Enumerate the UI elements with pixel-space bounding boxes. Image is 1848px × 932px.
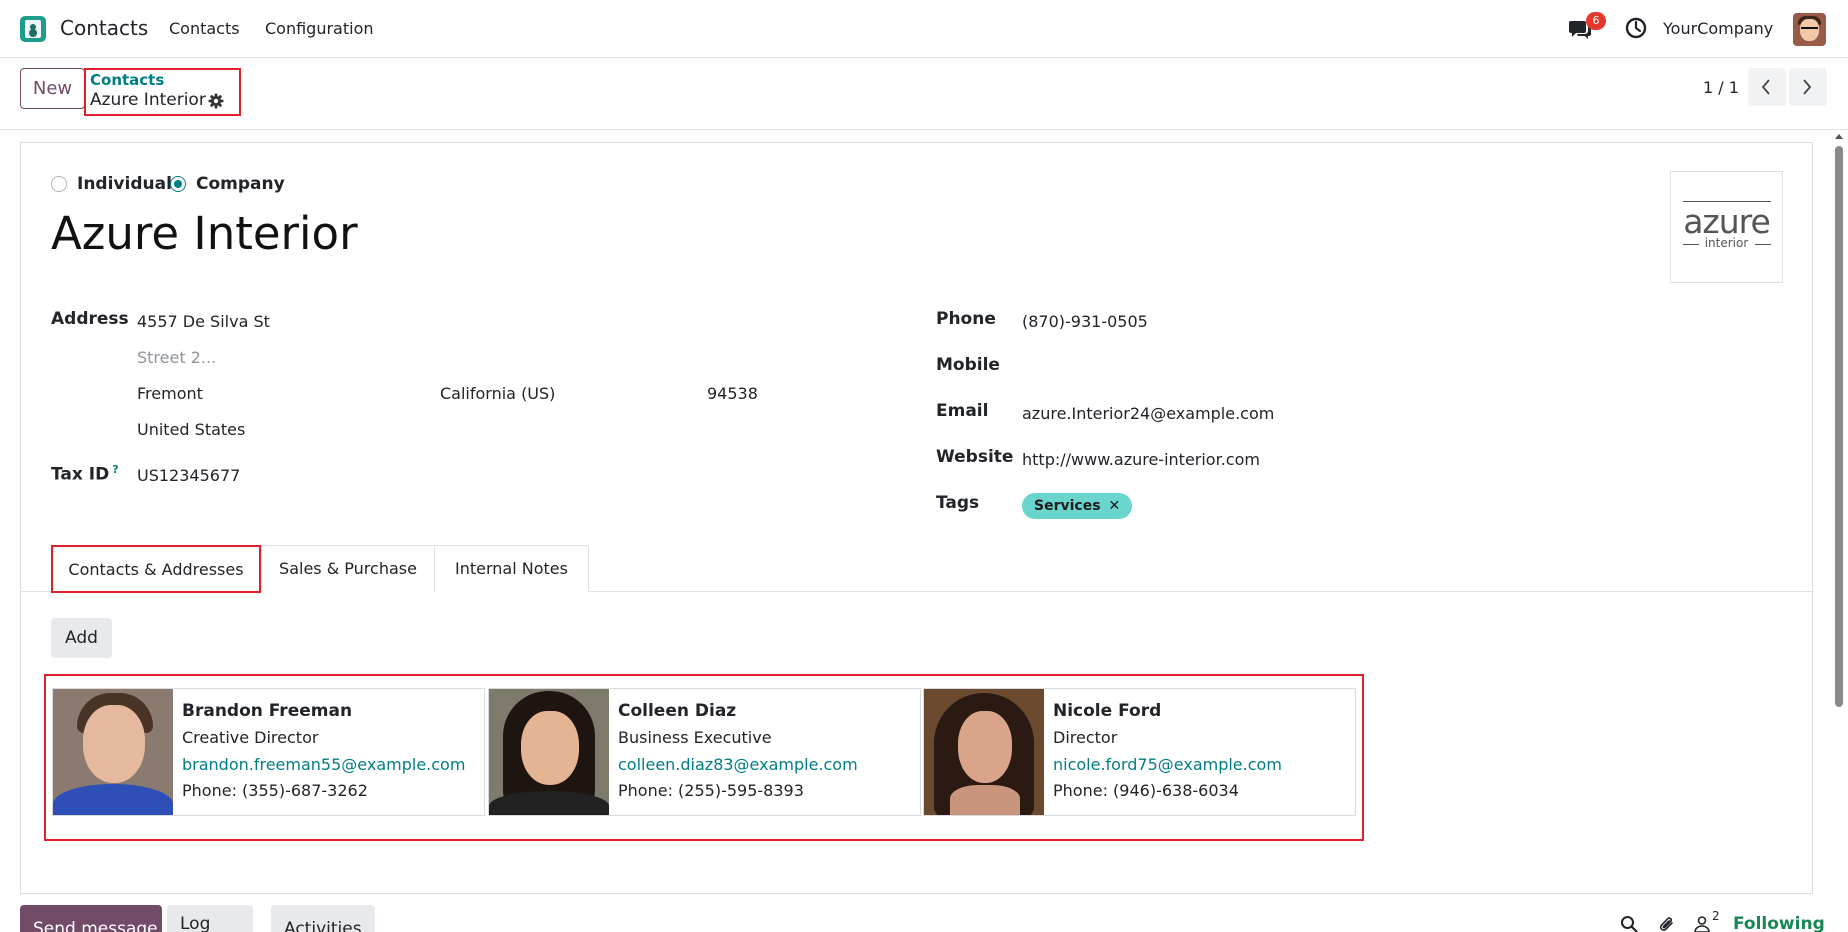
state-field[interactable]: California (US) [440,384,555,403]
breadcrumb-current: Azure Interior [90,90,206,110]
followers-count: 2 [1712,909,1720,923]
contact-email[interactable]: nicole.ford75@example.com [1053,755,1282,774]
menu-configuration[interactable]: Configuration [265,19,374,38]
top-navbar: Contacts Contacts Configuration 6 YourCo… [0,0,1848,58]
avatar-glasses [1801,27,1818,32]
email-field[interactable]: azure.Interior24@example.com [1022,404,1274,423]
contact-cards: Brandon Freeman Creative Director brando… [44,674,1364,841]
phone-field[interactable]: (870)-931-0505 [1022,312,1148,331]
radio-company[interactable] [170,176,186,192]
tag-services: Services ✕ [1022,493,1133,519]
tax-id-field[interactable]: US12345677 [137,466,240,485]
following-button[interactable]: Following [1733,914,1825,932]
breadcrumb-contacts-link[interactable]: Contacts [90,71,164,89]
company-switcher[interactable]: YourCompany [1663,19,1773,38]
messages-button[interactable]: 6 [1568,12,1606,42]
add-contact-button[interactable]: Add [51,618,112,658]
mobile-label: Mobile [936,355,1000,375]
contact-phone: Phone: (355)-687-3262 [182,781,368,800]
logo-subtitle: interior [1704,236,1749,250]
tab-contacts-addresses[interactable]: Contacts & Addresses [51,545,261,593]
country-field[interactable]: United States [137,420,245,439]
form-sheet: Individual Company Azure Interior azure … [20,142,1813,894]
phone-label: Phone [936,309,996,329]
contact-phone: Phone: (946)-638-6034 [1053,781,1239,800]
street-field[interactable]: 4557 De Silva St [137,312,270,331]
pager-value[interactable]: 1 / 1 [1703,78,1739,97]
contact-photo-colleen [489,689,609,815]
company-logo[interactable]: azure interior [1670,171,1783,283]
contact-card[interactable]: Brandon Freeman Creative Director brando… [52,688,485,816]
tax-id-label: Tax ID? [51,463,119,485]
contact-photo-brandon [53,689,173,815]
contact-photo-nicole [924,689,1044,815]
scroll-up-arrow-icon[interactable] [1835,134,1843,139]
tax-id-label-text: Tax ID [51,464,110,485]
user-avatar[interactable] [1793,13,1826,46]
contact-function: Director [1053,728,1118,747]
radio-individual[interactable] [51,176,67,192]
tax-id-help-icon[interactable]: ? [112,463,118,476]
city-field[interactable]: Fremont [137,384,203,403]
pager-next-button[interactable] [1789,68,1827,106]
send-message-button[interactable]: Send message [20,905,162,932]
contact-name: Brandon Freeman [182,701,353,721]
website-label: Website [936,447,1014,467]
log-note-button[interactable]: Log note [167,905,253,932]
app-name[interactable]: Contacts [60,16,148,40]
activities-button[interactable] [1625,17,1647,43]
chevron-left-icon [1761,79,1770,95]
tag-services-label: Services [1034,498,1101,514]
contact-email[interactable]: brandon.freeman55@example.com [182,755,465,774]
followers-user-icon[interactable] [1693,915,1711,932]
contact-card[interactable]: Nicole Ford Director nicole.ford75@examp… [923,688,1356,816]
contact-card[interactable]: Colleen Diaz Business Executive colleen.… [488,688,921,816]
logo-right-dash [1755,244,1771,245]
website-field[interactable]: http://www.azure-interior.com [1022,450,1260,469]
address-label: Address [51,309,129,329]
radio-company-label[interactable]: Company [196,174,285,194]
contacts-app-icon[interactable] [20,16,46,42]
control-panel: New Contacts Azure Interior 1 / 1 [0,58,1848,130]
breadcrumb: Contacts Azure Interior [84,68,241,116]
scroll-thumb[interactable] [1835,146,1843,707]
menu-contacts[interactable]: Contacts [169,19,240,38]
contact-function: Creative Director [182,728,319,747]
chevron-right-icon [1803,79,1812,95]
street2-field[interactable]: Street 2... [137,348,216,367]
clock-icon [1625,17,1647,39]
contact-name: Nicole Ford [1053,701,1162,721]
page-scrollbar[interactable] [1833,130,1845,932]
gear-icon[interactable] [208,93,224,109]
new-button[interactable]: New [20,68,85,109]
contact-email[interactable]: colleen.diaz83@example.com [618,755,858,774]
company-name-field[interactable]: Azure Interior [51,207,358,260]
radio-individual-label[interactable]: Individual [77,174,172,194]
search-icon[interactable] [1620,915,1638,932]
tab-sales-purchase[interactable]: Sales & Purchase [261,545,435,592]
activities-tab-button[interactable]: Activities [271,905,375,932]
tags-label: Tags [936,493,980,513]
mobile-field[interactable] [1022,358,1322,378]
tag-remove-icon[interactable]: ✕ [1109,498,1121,514]
contact-phone: Phone: (255)-595-8393 [618,781,804,800]
contact-name: Colleen Diaz [618,701,737,721]
contact-function: Business Executive [618,728,772,747]
chatter-bar: Send message Log note Activities 2 Follo… [0,905,1848,932]
pager-previous-button[interactable] [1748,68,1786,106]
messages-badge: 6 [1586,12,1606,30]
tab-internal-notes[interactable]: Internal Notes [434,545,589,592]
paperclip-icon[interactable] [1658,915,1676,932]
zip-field[interactable]: 94538 [707,384,758,403]
email-label: Email [936,401,989,421]
